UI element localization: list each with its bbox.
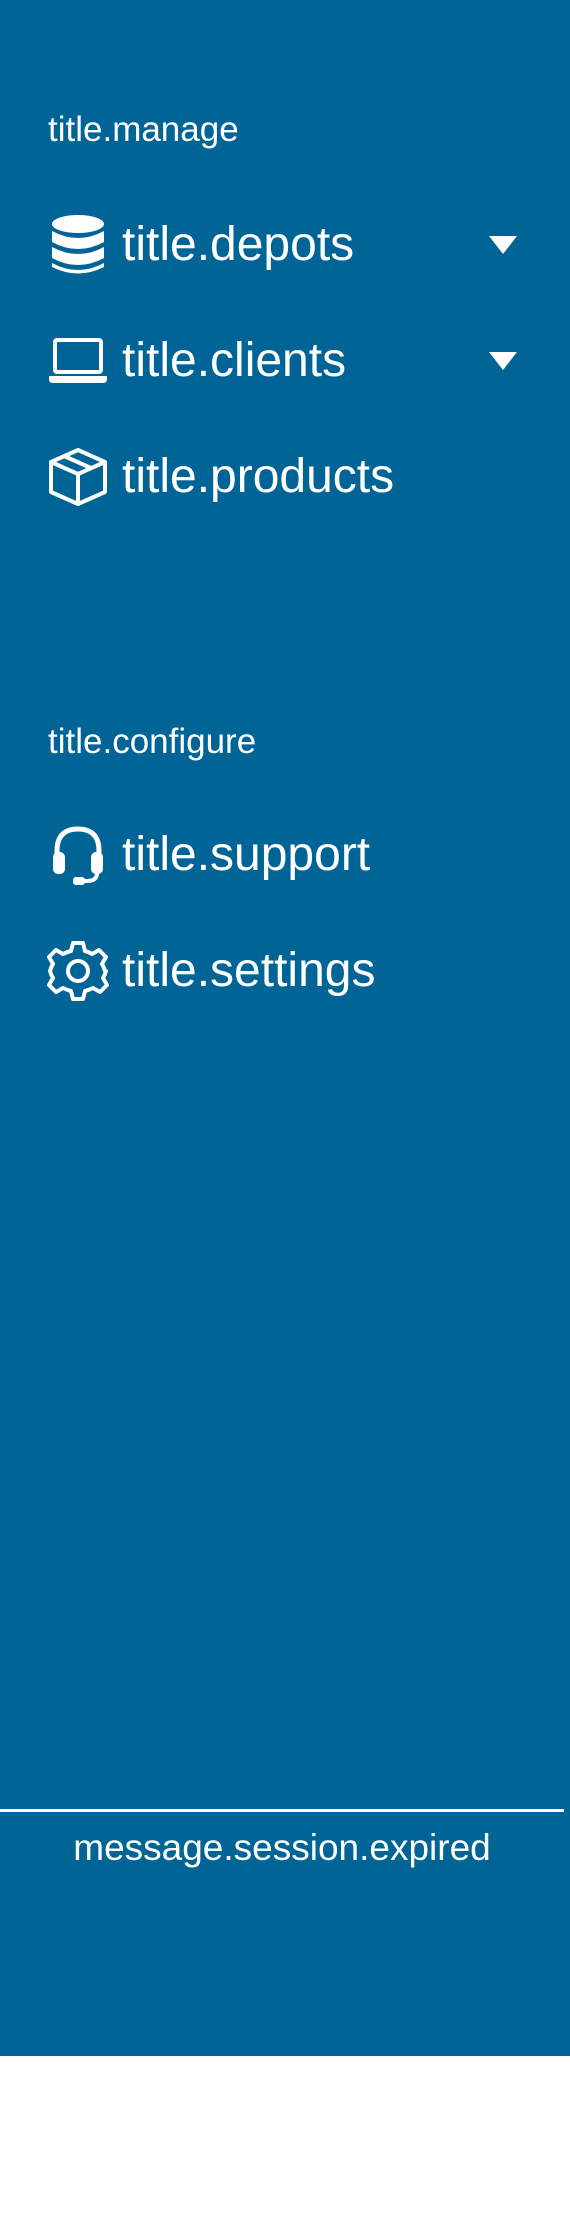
sidebar: title.manage title.depots title.clients	[0, 0, 570, 2056]
sidebar-item-label: title.products	[122, 450, 395, 503]
section-title-configure: title.configure	[48, 722, 257, 761]
database-icon	[46, 213, 110, 277]
sidebar-item-clients[interactable]: title.clients	[0, 316, 570, 406]
sidebar-item-label: title.depots	[122, 218, 355, 271]
headset-icon	[46, 823, 110, 887]
divider	[0, 1809, 564, 1812]
sidebar-item-label: title.clients	[122, 334, 347, 387]
sidebar-item-products[interactable]: title.products	[0, 432, 570, 522]
chevron-down-icon[interactable]	[487, 234, 519, 256]
sidebar-item-label: title.settings	[122, 944, 376, 997]
section-title-manage: title.manage	[48, 110, 239, 149]
gear-icon	[46, 939, 110, 1003]
sidebar-item-support[interactable]: title.support	[0, 810, 570, 900]
box-icon	[46, 445, 110, 509]
laptop-icon	[46, 329, 110, 393]
chevron-down-icon[interactable]	[487, 350, 519, 372]
sidebar-item-settings[interactable]: title.settings	[0, 926, 570, 1016]
sidebar-item-depots[interactable]: title.depots	[0, 200, 570, 290]
sidebar-item-label: title.support	[122, 828, 371, 881]
session-expired-message: message.session.expired	[73, 1827, 491, 1868]
